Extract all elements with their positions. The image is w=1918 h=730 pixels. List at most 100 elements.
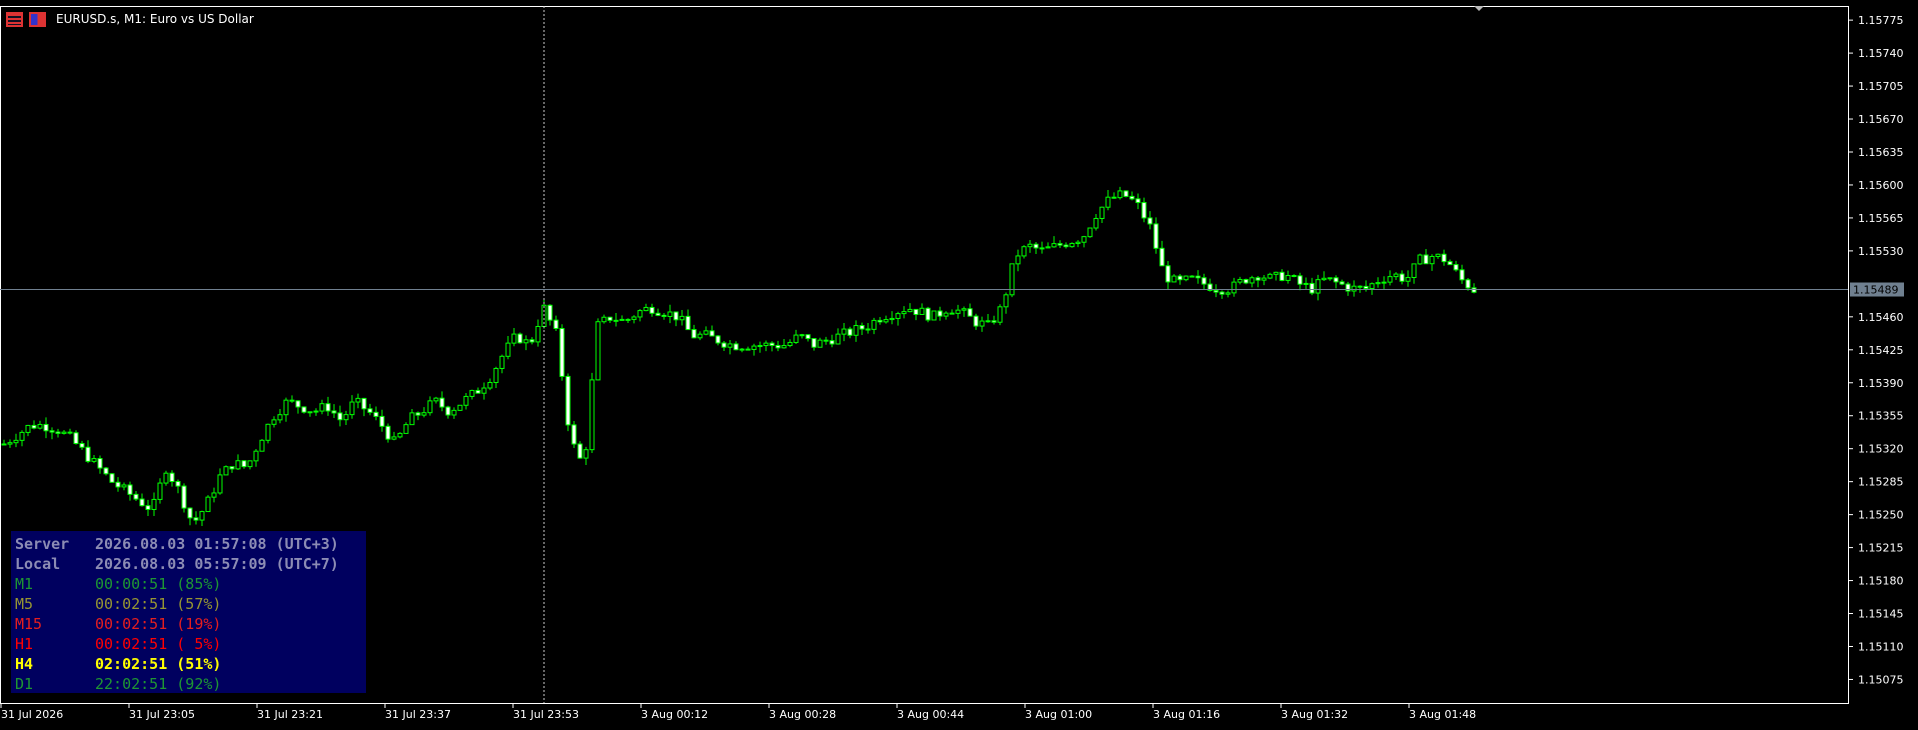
y-tick-label: 1.15740 bbox=[1858, 47, 1904, 60]
candle-body bbox=[535, 325, 541, 343]
chart-shift-marker[interactable] bbox=[1474, 6, 1484, 11]
countdown-label: H1 bbox=[15, 635, 34, 653]
y-tick-label: 1.15775 bbox=[1858, 14, 1904, 27]
countdown-label: M15 bbox=[15, 615, 43, 633]
candle-body bbox=[301, 406, 307, 413]
chart-title: EURUSD.s, M1: Euro vs US Dollar bbox=[56, 12, 254, 26]
countdown-value: 2026.08.03 01:57:08 (UTC+3) bbox=[95, 535, 339, 553]
candle-body bbox=[973, 315, 979, 327]
candle-body bbox=[1447, 261, 1453, 266]
candle-body bbox=[169, 472, 175, 483]
candle-body bbox=[1045, 246, 1051, 249]
candle-body bbox=[373, 411, 379, 417]
candle-body bbox=[1147, 217, 1153, 225]
x-tick-label: 31 Jul 23:05 bbox=[129, 708, 195, 721]
countdown-value: 00:02:51 ( 5%) bbox=[95, 635, 222, 653]
y-tick-label: 1.15145 bbox=[1858, 608, 1904, 621]
candle-body bbox=[1321, 277, 1327, 281]
y-tick-label: 1.15250 bbox=[1858, 509, 1904, 522]
candle-body bbox=[67, 431, 73, 434]
countdown-row-local: Local 2026.08.03 05:57:09 (UTC+7) bbox=[15, 555, 339, 573]
candle-body bbox=[1189, 275, 1195, 278]
candle-body bbox=[823, 339, 829, 342]
x-tick-label: 31 Jul 23:37 bbox=[385, 708, 451, 721]
candle-body bbox=[163, 472, 169, 484]
object-list-icon[interactable] bbox=[29, 11, 46, 27]
candle-body bbox=[967, 308, 973, 317]
candle-body bbox=[13, 439, 19, 444]
candle-body bbox=[703, 330, 709, 335]
candle-body bbox=[427, 400, 433, 414]
candle-body bbox=[529, 339, 535, 343]
candle-body bbox=[295, 400, 301, 408]
candle-body bbox=[451, 409, 457, 416]
candle-body bbox=[769, 342, 775, 346]
candle-body bbox=[1177, 275, 1183, 281]
candle-body bbox=[1357, 285, 1363, 288]
y-tick-label: 1.15110 bbox=[1858, 640, 1904, 653]
time-scale[interactable]: 31 Jul 2026 31 Jul 23:05 31 Jul 23:21 31 Ju… bbox=[0, 703, 1476, 721]
candle-body bbox=[457, 404, 463, 411]
candle-body bbox=[85, 446, 91, 462]
candle-body bbox=[877, 319, 883, 323]
candle-body bbox=[979, 320, 985, 327]
candle-body bbox=[1243, 278, 1249, 284]
candle-body bbox=[1039, 247, 1045, 250]
candle-body bbox=[355, 397, 361, 403]
candle-body bbox=[49, 430, 55, 433]
candle-body bbox=[1255, 277, 1261, 281]
candle-body bbox=[1249, 277, 1255, 284]
candle-body bbox=[889, 317, 895, 321]
candle-body bbox=[307, 411, 313, 414]
x-tick-label: 3 Aug 01:16 bbox=[1153, 708, 1220, 721]
candle-body bbox=[211, 492, 217, 498]
candle-body bbox=[61, 431, 67, 434]
candle-body bbox=[1465, 279, 1471, 289]
candle-body bbox=[175, 481, 181, 487]
candle-body bbox=[1225, 292, 1231, 295]
candle-body bbox=[1075, 241, 1081, 244]
candle-body bbox=[685, 315, 691, 331]
candle-body bbox=[1387, 276, 1393, 283]
candle-body bbox=[859, 325, 865, 330]
candle-body bbox=[79, 443, 85, 448]
candle-body bbox=[415, 412, 421, 416]
candle-body bbox=[637, 310, 643, 318]
candle-body bbox=[1399, 273, 1405, 282]
candle-body bbox=[751, 345, 757, 350]
candle-body bbox=[517, 333, 523, 344]
candle-body bbox=[1021, 246, 1027, 257]
y-tick-label: 1.15705 bbox=[1858, 80, 1904, 93]
candle-body bbox=[1273, 271, 1279, 275]
candle-body bbox=[361, 397, 367, 410]
price-scale[interactable]: 1.15775 1.15740 1.15705 1.15670 1.15635 1.156… bbox=[1848, 14, 1904, 686]
candle-body bbox=[679, 315, 685, 321]
candle-body bbox=[1, 443, 7, 446]
y-tick-label: 1.15320 bbox=[1858, 443, 1904, 456]
candle-body bbox=[127, 484, 133, 495]
candle-body bbox=[775, 344, 781, 349]
candle-body bbox=[1417, 254, 1423, 265]
candle-body bbox=[259, 439, 265, 452]
candle-body bbox=[1069, 242, 1075, 248]
countdown-label: Local bbox=[15, 555, 61, 573]
candle-body bbox=[871, 319, 877, 330]
candle-body bbox=[1099, 206, 1105, 219]
candle-body bbox=[1393, 273, 1399, 278]
candle-body bbox=[1285, 275, 1291, 281]
indicator-list-icon[interactable] bbox=[6, 11, 23, 27]
y-tick-label: 1.15075 bbox=[1858, 673, 1904, 686]
candle-body bbox=[1111, 196, 1117, 199]
countdown-row-m5: M5 00:02:51 (57%) bbox=[15, 595, 221, 613]
candle-body bbox=[649, 306, 655, 314]
candle-body bbox=[121, 484, 127, 488]
candle-body bbox=[217, 474, 223, 494]
candle-body bbox=[247, 460, 253, 468]
candle-body bbox=[91, 458, 97, 462]
candle-body bbox=[1261, 277, 1267, 281]
candle-body bbox=[481, 387, 487, 394]
candle-body bbox=[1327, 277, 1333, 280]
countdown-label: H4 bbox=[15, 655, 34, 673]
candle-body bbox=[277, 414, 283, 421]
candle-body bbox=[1165, 265, 1171, 283]
